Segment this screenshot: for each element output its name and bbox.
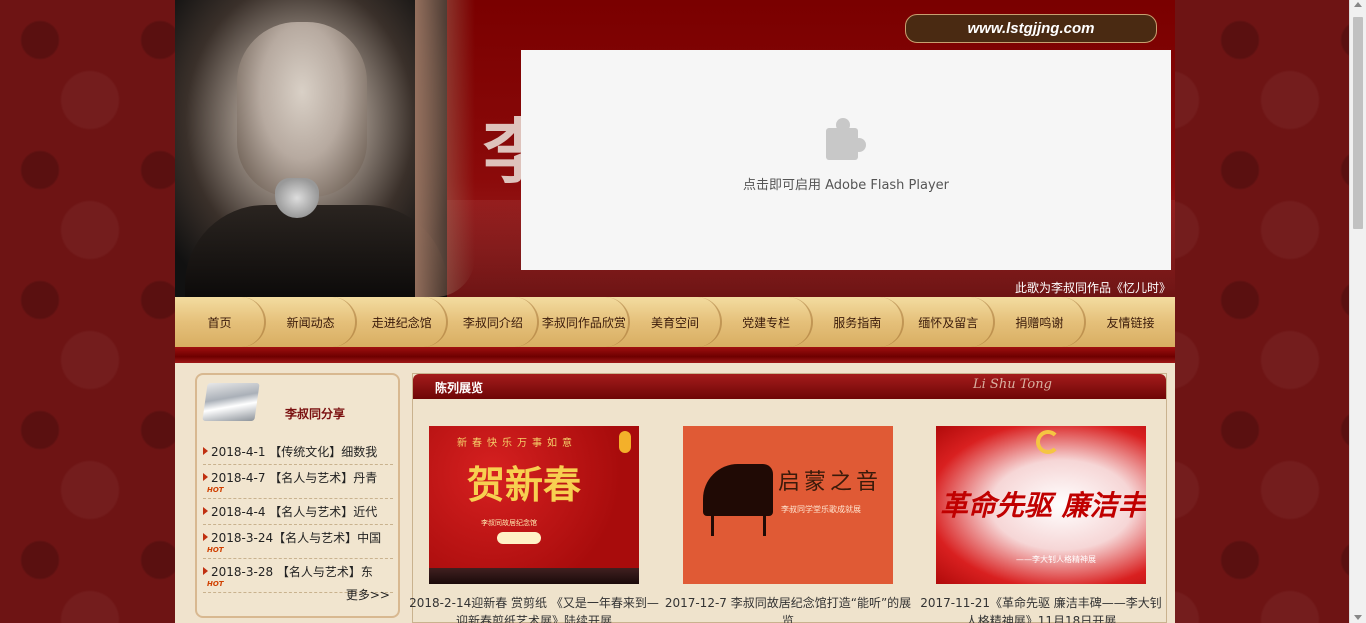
exhibit-caption[interactable]: 2017-11-21《革命先驱 廉洁丰碑——李大钊人格精神展》11月18日开展 xyxy=(916,594,1166,623)
exhibit-caption[interactable]: 2018-2-14迎新春 赏剪纸 《又是一年春来到—迎新春剪纸艺术展》陆续开展 xyxy=(409,594,659,623)
content-area: 李叔同分享 2018-4-1 【传统文化】细数我 2018-4-7 【名人与艺术… xyxy=(175,363,1175,623)
exhibit-card[interactable]: 启蒙之音 李叔同学堂乐歌成就展 2017-12-7 李叔同故居纪念馆打造“能听”… xyxy=(665,426,911,623)
nav-item-links[interactable]: 友情链接 xyxy=(1086,297,1175,347)
exhibit-image[interactable]: 新春快乐万事如意 贺新春 李叔同故居纪念馆 xyxy=(429,426,639,584)
bullet-arrow-icon xyxy=(203,473,208,481)
exhibit-image[interactable]: 启蒙之音 李叔同学堂乐歌成就展 xyxy=(683,426,893,584)
bullet-arrow-icon xyxy=(203,447,208,455)
nav-item-donation[interactable]: 捐赠鸣谢 xyxy=(995,297,1086,347)
header-banner: 李 www.lstgjjng.com 点击即可启用 Adobe Flash Pl… xyxy=(175,0,1175,297)
banner-signature: Li Shu Tong xyxy=(973,377,1052,392)
piano-icon xyxy=(703,464,773,516)
nav-item-intro[interactable]: 李叔同介绍 xyxy=(448,297,540,347)
nav-item-museum[interactable]: 走进纪念馆 xyxy=(357,297,449,347)
sidebar-title: 李叔同分享 xyxy=(284,407,345,421)
site-url-badge[interactable]: www.lstgjjng.com xyxy=(905,14,1157,43)
list-item[interactable]: 2018-4-1 【传统文化】细数我 xyxy=(203,439,393,465)
nav-item-memorial[interactable]: 缅怀及留言 xyxy=(904,297,995,347)
more-link[interactable]: 更多>> xyxy=(346,586,390,603)
portrait-image xyxy=(175,0,447,297)
bullet-arrow-icon xyxy=(203,507,208,515)
list-item[interactable]: 2018-3-24【名人与艺术】中国 HOT xyxy=(203,525,393,559)
nav-item-service[interactable]: 服务指南 xyxy=(813,297,904,347)
nav-item-news[interactable]: 新闻动态 xyxy=(266,297,358,347)
scroll-up-icon[interactable] xyxy=(1354,2,1362,7)
exhibitions-title: 陈列展览 xyxy=(435,381,484,395)
flash-player-placeholder[interactable]: 点击即可启用 Adobe Flash Player xyxy=(521,50,1171,270)
page-container: 李 www.lstgjjng.com 点击即可启用 Adobe Flash Pl… xyxy=(175,0,1175,623)
bullet-arrow-icon xyxy=(203,533,208,541)
hot-badge: HOT xyxy=(207,546,224,554)
exhibitions-header: 陈列展览 Li Shu Tong xyxy=(413,374,1166,399)
exhibit-card[interactable]: 新春快乐万事如意 贺新春 李叔同故居纪念馆 2018-2-14迎新春 赏剪纸 《… xyxy=(409,426,659,623)
nav-item-works[interactable]: 李叔同作品欣赏 xyxy=(539,297,631,347)
nav-item-party[interactable]: 党建专栏 xyxy=(722,297,813,347)
exhibit-card[interactable]: 革命先驱 廉洁丰碑 ——李大钊人格精神展 2017-11-21《革命先驱 廉洁丰… xyxy=(920,426,1162,623)
plugin-icon xyxy=(824,117,868,162)
list-item[interactable]: 2018-4-4 【名人与艺术】近代 xyxy=(203,499,393,525)
bullet-arrow-icon xyxy=(203,567,208,575)
decorative-band xyxy=(175,347,1175,363)
hammer-sickle-icon xyxy=(1036,430,1060,454)
list-item[interactable]: 2018-4-7 【名人与艺术】丹青 HOT xyxy=(203,465,393,499)
sidebar-list: 2018-4-1 【传统文化】细数我 2018-4-7 【名人与艺术】丹青 HO… xyxy=(203,439,393,593)
page-scrollbar[interactable] xyxy=(1349,0,1366,623)
exhibitions-panel: 陈列展览 Li Shu Tong 新春快乐万事如意 贺新春 李叔同故居纪念馆 2… xyxy=(409,373,1167,623)
scrollbar-thumb[interactable] xyxy=(1353,17,1363,229)
song-caption: 此歌为李叔同作品《忆儿时》 xyxy=(1014,281,1171,295)
hot-badge: HOT xyxy=(207,486,224,494)
nav-item-home[interactable]: 首页 xyxy=(175,297,267,347)
exhibit-caption[interactable]: 2017-12-7 李叔同故居纪念馆打造“能听”的展览 xyxy=(663,594,913,623)
nav-item-aesthetics[interactable]: 美育空间 xyxy=(630,297,722,347)
flash-enable-message: 点击即可启用 Adobe Flash Player xyxy=(742,177,950,193)
exhibit-image[interactable]: 革命先驱 廉洁丰碑 ——李大钊人格精神展 xyxy=(936,426,1146,584)
lantern-icon xyxy=(619,431,631,453)
scroll-down-icon[interactable] xyxy=(1354,615,1362,620)
main-nav: 首页 新闻动态 走进纪念馆 李叔同介绍 李叔同作品欣赏 美育空间 党建专栏 服务… xyxy=(175,297,1175,347)
sidebar-share: 李叔同分享 2018-4-1 【传统文化】细数我 2018-4-7 【名人与艺术… xyxy=(195,373,400,618)
